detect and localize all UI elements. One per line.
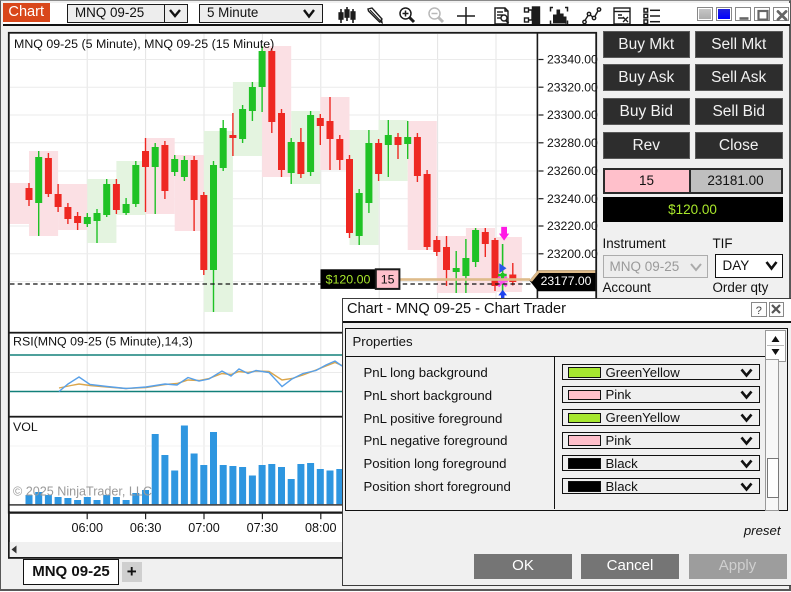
svg-text:23220.00: 23220.00: [547, 219, 598, 233]
svg-text:$120.00: $120.00: [326, 272, 371, 286]
svg-text:23260.00: 23260.00: [547, 164, 598, 178]
svg-text:MNQ 09-25 (5 Minute), MNQ 09-2: MNQ 09-25 (5 Minute), MNQ 09-25 (15 Minu…: [14, 37, 274, 51]
svg-text:07:30: 07:30: [247, 521, 279, 535]
svg-text:23177.00: 23177.00: [541, 274, 592, 288]
svg-text:23340.00: 23340.00: [547, 53, 598, 67]
svg-text:23300.00: 23300.00: [547, 108, 598, 122]
svg-text:© 2025 NinjaTrader, LLC: © 2025 NinjaTrader, LLC: [13, 485, 152, 499]
svg-text:VOL: VOL: [13, 420, 38, 434]
svg-text:06:00: 06:00: [71, 521, 103, 535]
svg-text:08:00: 08:00: [305, 521, 337, 535]
svg-text:06:30: 06:30: [130, 521, 162, 535]
svg-text:23320.00: 23320.00: [547, 80, 598, 94]
svg-text:15: 15: [381, 272, 395, 286]
svg-text:23200.00: 23200.00: [547, 247, 598, 261]
svg-text:07:00: 07:00: [188, 521, 220, 535]
svg-text:RSI(MNQ 09-25 (5 Minute),14,3): RSI(MNQ 09-25 (5 Minute),14,3): [13, 335, 193, 349]
svg-text:23280.00: 23280.00: [547, 136, 598, 150]
svg-text:23240.00: 23240.00: [547, 192, 598, 206]
